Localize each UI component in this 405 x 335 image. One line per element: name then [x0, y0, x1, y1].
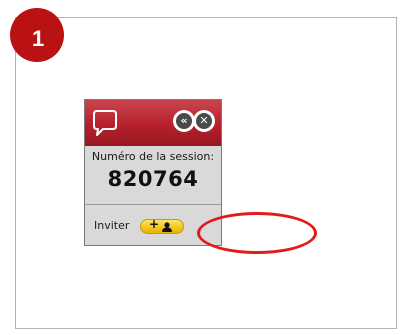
- close-button[interactable]: ✕: [193, 110, 215, 132]
- session-number: 820764: [107, 167, 199, 191]
- widget-header: « ✕: [85, 100, 221, 146]
- plus-icon: +: [149, 217, 160, 231]
- collapse-button[interactable]: «: [173, 110, 195, 132]
- close-icon: ✕: [196, 113, 212, 129]
- double-chevron-left-icon: «: [176, 113, 192, 129]
- divider: [85, 204, 221, 205]
- step-badge: 1: [10, 8, 64, 62]
- speech-bubble-icon: [93, 110, 117, 136]
- session-label: Numéro de la session:: [91, 150, 215, 163]
- invite-label: Inviter: [94, 219, 130, 232]
- add-user-icon: [162, 222, 172, 232]
- add-user-button[interactable]: +: [140, 217, 184, 234]
- highlight-ring: [197, 212, 317, 254]
- step-number: 1: [32, 26, 45, 51]
